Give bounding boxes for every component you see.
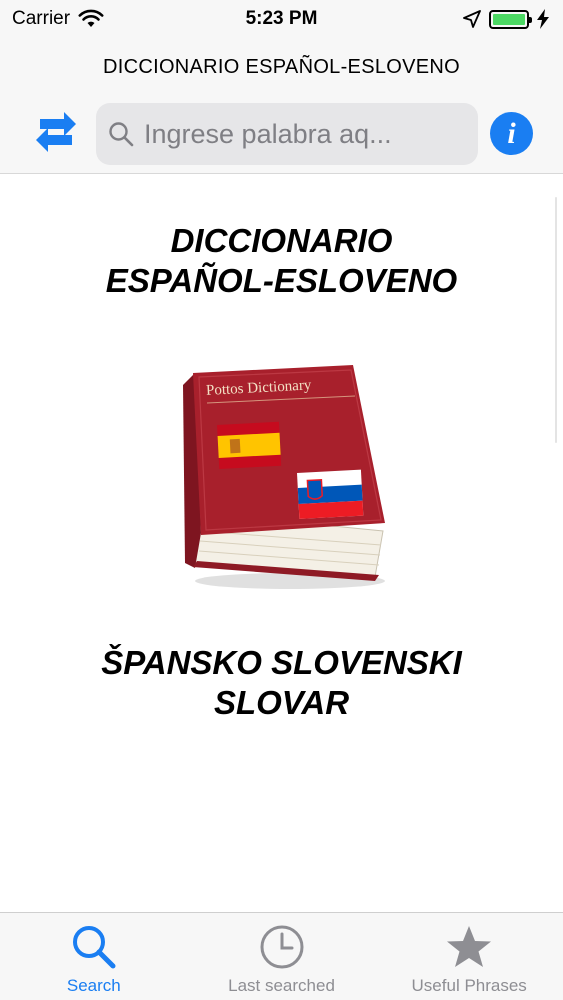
tab-search[interactable]: Search — [0, 913, 188, 1000]
search-field[interactable] — [96, 103, 478, 165]
info-icon: i — [507, 116, 516, 150]
heading-spanish: DICCIONARIO ESPAÑOL-ESLOVENO — [0, 221, 563, 301]
tab-last-searched[interactable]: Last searched — [188, 913, 376, 1000]
info-button[interactable]: i — [490, 112, 533, 155]
search-icon — [109, 122, 134, 147]
charging-bolt-icon — [537, 9, 549, 29]
location-arrow-icon — [463, 10, 481, 28]
tab-useful-phrases[interactable]: Useful Phrases — [375, 913, 563, 1000]
status-right — [463, 9, 549, 29]
heading-slovenian: ŠPANSKO SLOVENSKI SLOVAR — [0, 643, 563, 723]
clock-icon — [260, 925, 303, 969]
tab-useful-phrases-label: Useful Phrases — [411, 976, 527, 995]
heading-spanish-line-1: DICCIONARIO — [170, 222, 393, 259]
status-bar: Carrier 5:23 PM — [0, 0, 563, 40]
tab-search-label: Search — [66, 976, 121, 995]
battery-icon — [489, 9, 532, 29]
heading-slovenian-line-1: ŠPANSKO SLOVENSKI — [101, 644, 462, 681]
battery-fill — [493, 13, 525, 25]
swap-arrows-icon — [36, 112, 76, 152]
search-input[interactable] — [144, 118, 464, 150]
heading-slovenian-line-2: SLOVAR — [213, 684, 350, 721]
swap-language-button[interactable] — [32, 108, 80, 156]
main-content: DICCIONARIO ESPAÑOL-ESLOVENO Pottos Dict… — [0, 175, 563, 912]
tab-bar: Search Last searched Useful Phrases — [0, 912, 563, 1000]
star-icon — [447, 926, 492, 967]
page-title: DICCIONARIO ESPAÑOL-ESLOVENO — [103, 56, 460, 78]
search-icon — [72, 926, 116, 969]
nav-header: DICCIONARIO ESPAÑOL-ESLOVENO i — [0, 40, 563, 174]
tab-last-searched-label: Last searched — [228, 976, 335, 995]
heading-spanish-line-2: ESPAÑOL-ESLOVENO — [105, 262, 458, 299]
